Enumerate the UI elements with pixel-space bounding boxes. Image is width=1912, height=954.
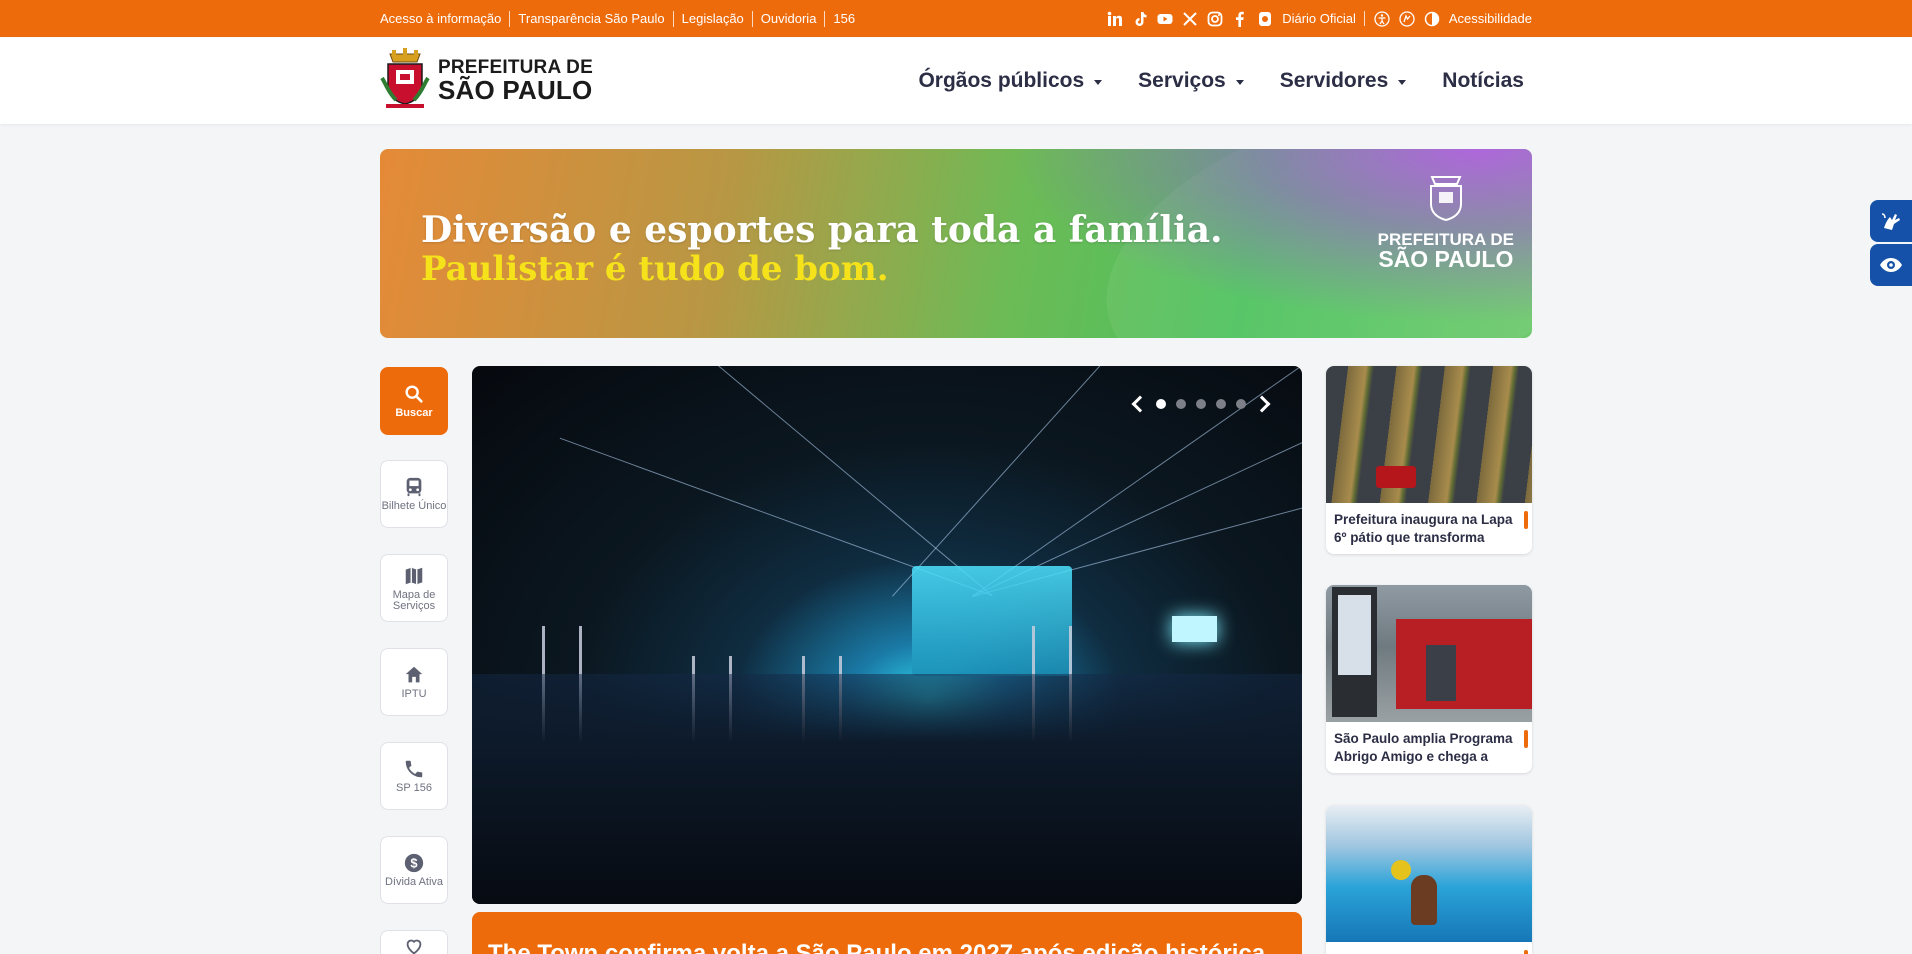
news-card-marker [1524, 950, 1528, 954]
nav-servidores[interactable]: Servidores [1280, 69, 1407, 93]
quick-label: IPTU [401, 688, 427, 700]
quick-more-button[interactable] [380, 930, 448, 954]
link-156[interactable]: 156 [824, 10, 863, 27]
quick-iptu-button[interactable]: IPTU [380, 648, 448, 716]
quick-divida-ativa-button[interactable]: $ Dívida Ativa [380, 836, 448, 904]
carousel-dot[interactable] [1216, 399, 1226, 409]
heart-icon [406, 939, 422, 954]
contrast-icon[interactable] [1424, 11, 1440, 27]
sign-language-icon [1881, 213, 1900, 230]
quick-label: Mapa de Serviços [392, 588, 436, 612]
caret-down-icon [1235, 79, 1244, 85]
next-arrow-icon[interactable] [1253, 395, 1271, 413]
eye-accessibility-button[interactable] [1870, 244, 1912, 286]
linkedin-icon[interactable] [1107, 11, 1123, 27]
quick-label: Dívida Ativa [384, 876, 444, 888]
news-card[interactable]: São Paulo amplia Programa Abrigo Amigo e… [1326, 585, 1532, 773]
led-screen [1172, 616, 1217, 642]
nav-label: Órgãos públicos [918, 68, 1085, 92]
link-acesso-informacao[interactable]: Acesso à informação [380, 11, 509, 27]
news-card-marker [1524, 730, 1528, 748]
nav-noticias[interactable]: Notícias [1442, 69, 1524, 93]
crowd [472, 674, 1302, 904]
news-card-marker [1524, 511, 1528, 529]
news-card-title: São Paulo amplia Programa Abrigo Amigo e… [1334, 731, 1513, 764]
quick-label: Buscar [395, 407, 433, 419]
link-acessibilidade[interactable]: Acessibilidade [1449, 11, 1532, 26]
search-icon [405, 385, 423, 403]
phone-icon [405, 760, 423, 778]
quick-buscar-button[interactable]: Buscar [380, 367, 448, 435]
banner-crest-icon [1429, 176, 1462, 222]
main-header: PREFEITURA DE SÃO PAULO Órgãos públicos … [0, 37, 1912, 124]
map-icon [405, 567, 423, 584]
banner-logo: PREFEITURA DE SÃO PAULO [1378, 176, 1514, 272]
facebook-icon[interactable] [1232, 11, 1248, 27]
carousel-dot[interactable] [1196, 399, 1206, 409]
home-icon [405, 666, 423, 683]
svg-text:$: $ [410, 856, 417, 871]
x-icon[interactable] [1182, 11, 1198, 27]
nav-label: Notícias [1442, 68, 1524, 92]
link-transparencia[interactable]: Transparência São Paulo [509, 10, 672, 27]
caret-down-icon [1094, 79, 1103, 85]
instagram-icon[interactable] [1207, 11, 1223, 27]
news-card-image [1326, 366, 1532, 503]
top-links: Acesso à informação Transparência São Pa… [380, 10, 863, 27]
quick-mapa-servicos-button[interactable]: Mapa de Serviços [380, 554, 448, 622]
banner-logo-line-2: SÃO PAULO [1378, 246, 1514, 272]
top-bar-inner: Acesso à informação Transparência São Pa… [380, 0, 1532, 37]
app-icon[interactable] [1257, 11, 1273, 27]
carousel-caption[interactable]: The Town confirma volta a São Paulo em 2… [472, 912, 1302, 954]
tiktok-icon[interactable] [1132, 11, 1148, 27]
news-carousel[interactable] [472, 366, 1302, 904]
quick-sp156-button[interactable]: SP 156 [380, 742, 448, 810]
accessibility-icon[interactable] [1374, 10, 1390, 27]
link-ouvidoria[interactable]: Ouvidoria [751, 10, 825, 27]
logo-line-1: PREFEITURA DE [438, 56, 593, 78]
prev-arrow-icon[interactable] [1131, 395, 1149, 413]
youtube-icon[interactable] [1157, 11, 1173, 27]
quick-bilhete-unico-button[interactable]: Bilhete Único [380, 460, 448, 528]
quick-label: SP 156 [396, 782, 432, 794]
news-card-image [1326, 585, 1532, 722]
news-card-title: Prefeitura inaugura na Lapa 6º pátio que… [1334, 512, 1513, 545]
promo-banner[interactable]: Diversão e esportes para toda a família.… [380, 149, 1532, 338]
banner-headline: Diversão e esportes para toda a família. [421, 209, 1223, 251]
logo-line-2: SÃO PAULO [438, 74, 593, 105]
main-nav: Órgãos públicos Serviços Servidores Notí… [918, 37, 1524, 124]
news-card[interactable]: Prefeitura inaugura na Lapa 6º pátio que… [1326, 366, 1532, 554]
nav-label: Serviços [1138, 68, 1226, 92]
carousel-caption-text: The Town confirma volta a São Paulo em 2… [488, 940, 1266, 954]
link-legislacao[interactable]: Legislação [672, 10, 752, 27]
nav-servicos[interactable]: Serviços [1138, 69, 1244, 93]
carousel-dot[interactable] [1176, 399, 1186, 409]
caret-down-icon [1398, 79, 1407, 85]
banner-subheadline: Paulistar é tudo de bom. [421, 249, 889, 289]
bus-icon [406, 477, 422, 497]
nav-orgaos-publicos[interactable]: Órgãos públicos [918, 68, 1103, 93]
city-crest-icon [380, 48, 430, 108]
top-right: Diário Oficial Acessibilidade [1107, 10, 1532, 27]
carousel-dot[interactable] [1156, 399, 1166, 409]
carousel-pager [1131, 395, 1271, 413]
nav-label: Servidores [1279, 68, 1389, 92]
vlibras-button[interactable] [1870, 200, 1912, 242]
dollar-icon: $ [404, 853, 424, 873]
site-logo[interactable]: PREFEITURA DE SÃO PAULO [380, 48, 593, 112]
light-beam [639, 366, 993, 596]
carousel-dot[interactable] [1236, 399, 1246, 409]
news-card-image [1326, 805, 1532, 942]
quick-label: Bilhete Único [381, 500, 447, 512]
sign-language-icon[interactable] [1399, 10, 1415, 27]
logo-text: PREFEITURA DE SÃO PAULO [438, 58, 593, 103]
news-card[interactable] [1326, 805, 1532, 954]
eye-icon [1880, 258, 1902, 272]
link-diario-oficial[interactable]: Diário Oficial [1282, 11, 1365, 26]
top-bar: Acesso à informação Transparência São Pa… [0, 0, 1912, 37]
